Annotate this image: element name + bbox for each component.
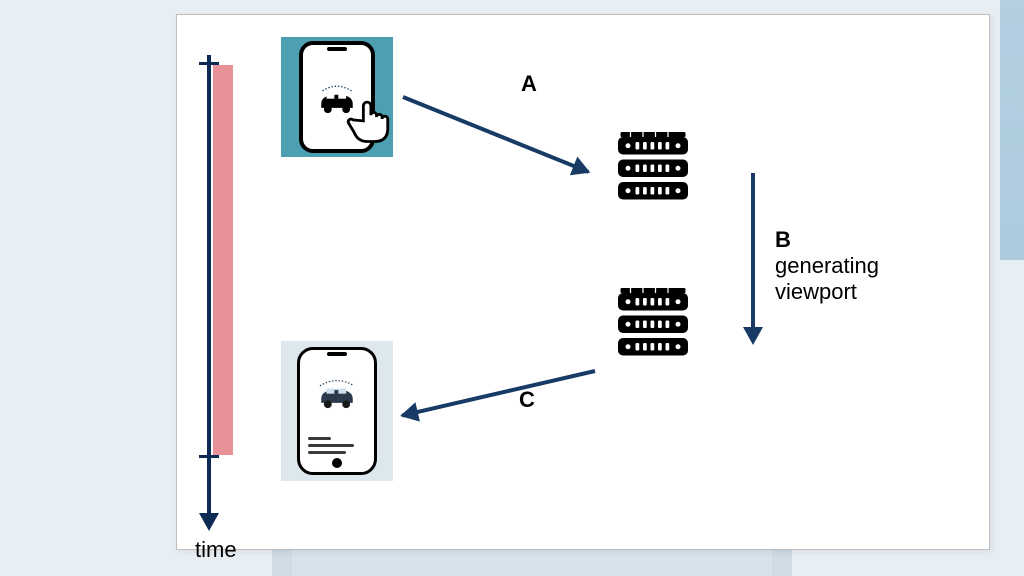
time-axis-label: time [195,537,237,563]
label-b-line2: viewport [775,279,857,305]
background-stripe-cut [994,260,1024,576]
arrow-c [402,369,596,417]
phone-car-touch-icon [299,41,375,153]
time-axis [207,55,211,515]
server-bottom-icon [613,283,693,363]
label-b-line1: generating [775,253,879,279]
time-interval-bar [213,65,233,455]
arrow-b [751,173,755,329]
diagram-panel: time [176,14,990,550]
server-top-icon [613,127,693,207]
phone-request-tile [281,37,393,157]
label-b: B [775,227,791,253]
label-a: A [521,71,537,97]
phone-result-tile [281,341,393,481]
time-tick-start [199,62,219,65]
label-c: C [519,387,535,413]
car-icon [316,379,358,411]
arrow-a [402,95,589,174]
arrow-b-head [743,327,763,345]
result-list-lines [300,433,374,458]
time-tick-end [199,455,219,458]
phone-car-result-icon [297,347,377,475]
time-axis-arrowhead [199,513,219,531]
touch-hand-icon [339,89,399,149]
